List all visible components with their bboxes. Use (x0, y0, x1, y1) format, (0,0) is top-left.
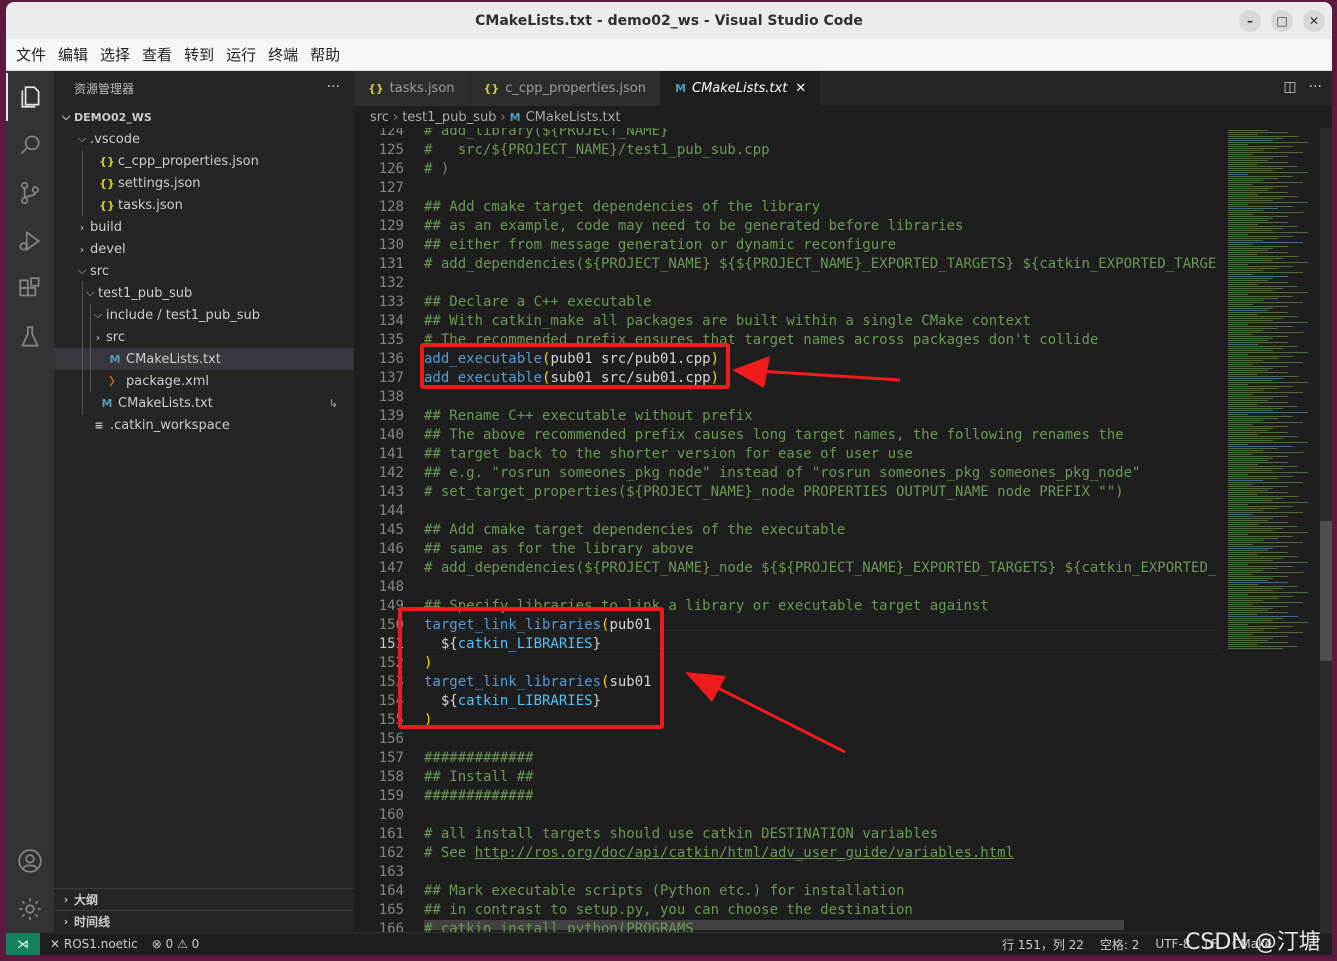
csdn-watermark: CSDN @汀塘 (1185, 930, 1321, 955)
annotation-arrow-2-head (685, 672, 726, 702)
annotation-arrow-2-shaft (707, 681, 846, 754)
annotation-arrow-1-head (732, 356, 770, 388)
annotation-arrow-1-shaft (757, 369, 901, 382)
annotation-arrows (685, 356, 901, 754)
